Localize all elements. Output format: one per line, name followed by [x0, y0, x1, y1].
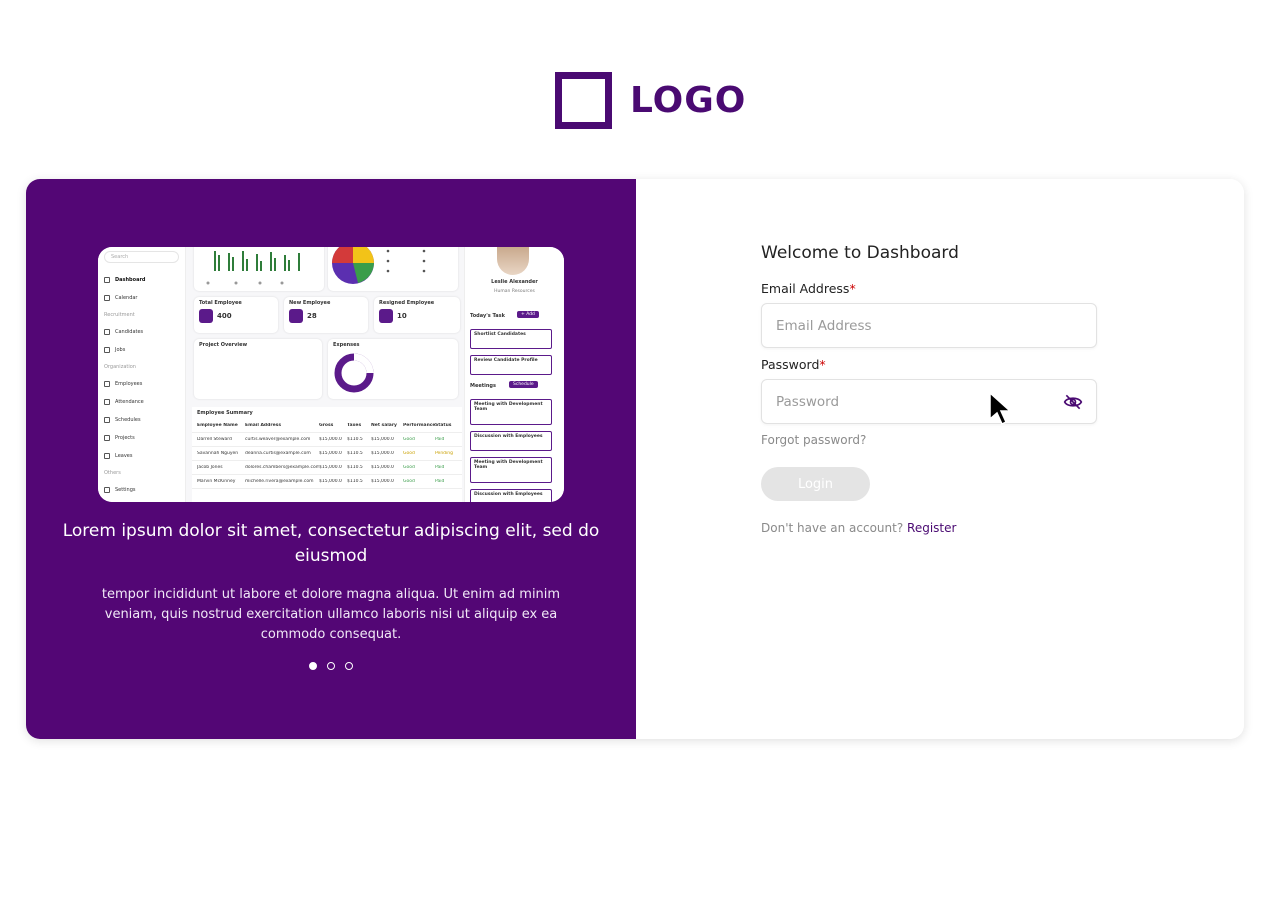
preview-todays-task: Today's Task: [470, 313, 505, 319]
preview-nav-item: Jobs: [104, 341, 179, 359]
preview-meeting: Discussion with Employees: [470, 489, 552, 502]
preview-stat-card: Total Employee 400: [194, 297, 278, 333]
password-label: Password*: [761, 357, 826, 372]
preview-add-button: + Add: [517, 311, 539, 318]
preview-stat-card: Resigned Employee 10: [374, 297, 460, 333]
preview-main: Total Employee 400 New Employee 28 Resig…: [192, 247, 462, 502]
preview-meeting: Discussion with Employees: [470, 431, 552, 451]
preview-sidebar: Search Dashboard Calendar Recruitment Ca…: [98, 247, 186, 502]
preview-nav-group: Recruitment: [104, 312, 135, 318]
preview-nav-item: Employees: [104, 375, 179, 393]
preview-expenses: Expenses: [328, 339, 458, 399]
preview-meetings: Meetings: [470, 383, 496, 389]
preview-profile-name: Leslie Alexander: [491, 279, 538, 285]
login-card: Search Dashboard Calendar Recruitment Ca…: [26, 179, 1244, 739]
preview-nav-item: Calendar: [104, 289, 179, 307]
preview-stat-card: New Employee 28: [284, 297, 368, 333]
preview-table-header: Employee Name Email Address Gross Taxes …: [192, 419, 462, 433]
mouse-cursor-icon: [989, 391, 1012, 426]
hero-description: tempor incididunt ut labore et dolore ma…: [101, 587, 561, 642]
preview-bars-graphic: [206, 251, 300, 285]
preview-bar-chart: [194, 247, 324, 291]
carousel-dots: [26, 662, 636, 670]
preview-nav-item: Leaves: [104, 447, 179, 465]
preview-pie-chart: [328, 247, 458, 291]
email-input[interactable]: [761, 303, 1097, 348]
login-form: Welcome to Dashboard Email Address* Pass…: [761, 243, 1097, 535]
preview-nav-item: Schedules: [104, 411, 179, 429]
preview-nav-item: Dashboard: [104, 271, 179, 289]
preview-task: Review Candidate Profile: [470, 355, 552, 375]
hero-panel: Search Dashboard Calendar Recruitment Ca…: [26, 179, 636, 739]
preview-table-row: Marvin McKinney michelle.rivera@example.…: [192, 475, 462, 489]
logo-text: LOGO: [630, 80, 747, 121]
preview-meeting: Meeting with Development Team: [470, 457, 552, 483]
login-button[interactable]: Login: [761, 467, 870, 501]
no-account-text: Don't have an account?: [761, 521, 904, 535]
hero-title: Lorem ipsum dolor sit amet, consectetur …: [62, 521, 600, 566]
password-input[interactable]: [761, 379, 1097, 424]
preview-meeting: Meeting with Development Team: [470, 399, 552, 425]
preview-avatar: [497, 247, 529, 275]
preview-nav-group: Organization: [104, 364, 136, 370]
carousel-dot[interactable]: [327, 662, 335, 670]
preview-table-row: Jacob Jones dolores.chambers@example.com…: [192, 461, 462, 475]
password-field-wrapper: [761, 379, 1097, 424]
email-label: Email Address*: [761, 281, 856, 296]
preview-profile-role: Human Resources: [494, 289, 535, 294]
dashboard-preview-image: Search Dashboard Calendar Recruitment Ca…: [98, 247, 564, 502]
forgot-password-link[interactable]: Forgot password?: [761, 433, 1097, 447]
logo-square-icon: [555, 72, 612, 129]
register-line: Don't have an account? Register: [761, 521, 1097, 535]
eye-slash-icon[interactable]: [1063, 392, 1083, 412]
preview-task: Shortlist Candidates: [470, 329, 552, 349]
preview-schedule-button: Schedule: [509, 381, 538, 388]
preview-nav-item: Projects: [104, 429, 179, 447]
preview-project-overview: Project Overview: [194, 339, 322, 399]
preview-nav-item: Settings: [104, 481, 179, 499]
register-link[interactable]: Register: [907, 521, 956, 535]
form-title: Welcome to Dashboard: [761, 243, 959, 263]
preview-table-row: Savannah Nguyen deanna.curtis@example.co…: [192, 447, 462, 461]
preview-nav-item: Candidates: [104, 323, 179, 341]
logo: LOGO: [555, 72, 746, 129]
preview-employee-table: Employee Summary Employee Name Email Add…: [192, 407, 462, 502]
preview-table-row: Darrell Steward curtis.weaver@example.co…: [192, 433, 462, 447]
carousel-dot[interactable]: [309, 662, 317, 670]
carousel-dot[interactable]: [345, 662, 353, 670]
login-form-panel: Welcome to Dashboard Email Address* Pass…: [636, 179, 1244, 739]
preview-search: Search: [104, 251, 179, 263]
preview-nav-item: Attendance: [104, 393, 179, 411]
preview-right-panel: Leslie Alexander Human Resources Today's…: [464, 247, 564, 502]
preview-nav-group: Others: [104, 470, 121, 476]
